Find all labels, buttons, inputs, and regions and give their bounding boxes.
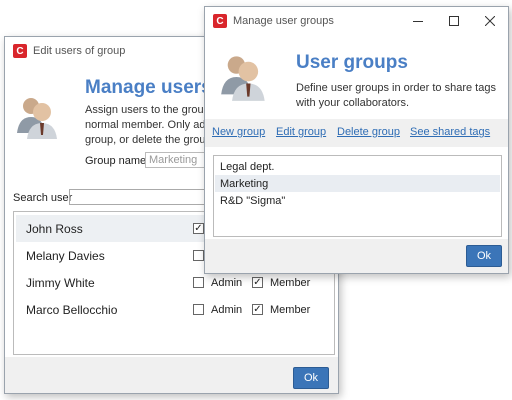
description-line: Assign users to the group a [85, 104, 219, 116]
users-group-icon [221, 56, 265, 101]
window-title: Manage user groups [233, 15, 334, 27]
page-heading: Manage users [85, 77, 212, 98]
admin-checkbox[interactable] [193, 250, 204, 261]
group-list-item[interactable]: R&D "Sigma" [215, 192, 500, 209]
group-list-item[interactable]: Legal dept. [215, 158, 500, 175]
users-group-icon [17, 98, 57, 139]
member-label: Member [270, 303, 311, 316]
page-description: Assign users to the group a normal membe… [85, 103, 219, 148]
close-icon[interactable] [472, 7, 508, 35]
window-controls [400, 7, 508, 35]
user-name: Melany Davies [26, 248, 105, 263]
page-description: Define user groups in order to share tag… [296, 81, 496, 111]
group-list-item-selected[interactable]: Marketing [215, 175, 500, 192]
search-user-input[interactable] [69, 189, 219, 205]
admin-label: Admin [211, 303, 243, 316]
description-line: normal member. Only adm [85, 119, 215, 131]
minimize-icon[interactable] [400, 7, 436, 35]
description-line: with your collaborators. [296, 97, 410, 109]
manage-user-groups-window: C Manage user groups User groups Define … [204, 6, 509, 274]
groups-toolbar: New group Edit group Delete group See sh… [205, 119, 508, 147]
ok-button[interactable]: Ok [293, 367, 329, 389]
admin-checkbox[interactable]: ✓ [193, 223, 204, 234]
groups-list: Legal dept. Marketing R&D "Sigma" [213, 155, 502, 237]
user-row: Marco Bellocchio Admin ✓ Member [16, 296, 326, 323]
user-name: Marco Bellocchio [26, 302, 118, 317]
edit-group-link[interactable]: Edit group [276, 126, 326, 138]
member-label: Member [270, 276, 311, 289]
app-logo-icon: C [213, 14, 227, 28]
admin-checkbox[interactable] [193, 277, 204, 288]
user-name: John Ross [26, 221, 83, 236]
app-logo-icon: C [13, 44, 27, 58]
user-name: Jimmy White [26, 275, 95, 290]
footer-bar [5, 357, 338, 393]
admin-checkbox[interactable] [193, 304, 204, 315]
see-shared-tags-link[interactable]: See shared tags [410, 126, 490, 138]
footer-bar [205, 239, 508, 273]
search-label: Search user [13, 192, 73, 204]
window-title: Edit users of group [33, 45, 126, 57]
description-line: group, or delete the group [85, 134, 212, 146]
group-name-label: Group name [85, 155, 147, 167]
description-line: Define user groups in order to share tag… [296, 82, 496, 94]
delete-group-link[interactable]: Delete group [337, 126, 400, 138]
page-heading: User groups [296, 52, 408, 73]
member-checkbox[interactable]: ✓ [252, 304, 263, 315]
admin-label: Admin [211, 276, 243, 289]
member-checkbox[interactable]: ✓ [252, 277, 263, 288]
new-group-link[interactable]: New group [212, 126, 265, 138]
ok-button[interactable]: Ok [466, 245, 502, 267]
manage-groups-titlebar[interactable]: C Manage user groups [205, 7, 508, 35]
maximize-icon[interactable] [436, 7, 472, 35]
